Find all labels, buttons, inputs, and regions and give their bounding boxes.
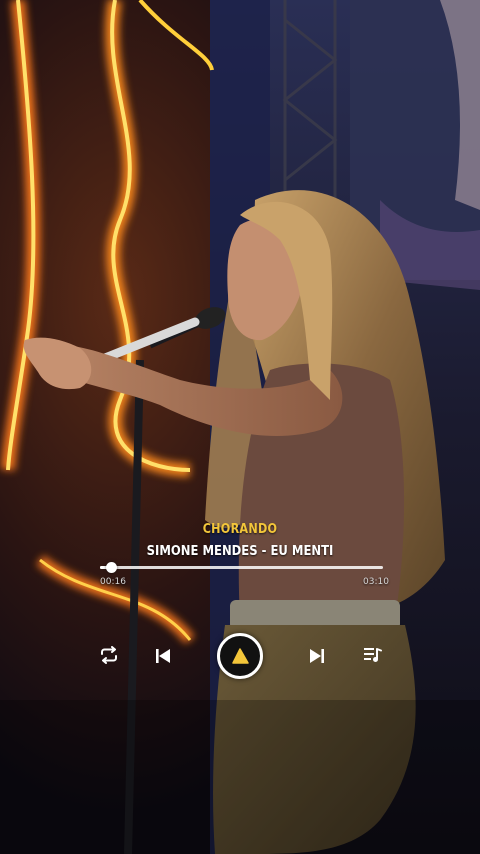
playlist-icon <box>364 648 382 662</box>
time-total: 03:10 <box>363 577 389 587</box>
previous-button[interactable] <box>151 644 175 668</box>
next-button[interactable] <box>305 644 329 668</box>
skip-previous-icon <box>156 649 170 663</box>
playlist-button[interactable] <box>360 643 386 667</box>
track-title: SIMONE MENDES - EU MENTI <box>146 543 334 559</box>
repeat-icon <box>101 646 117 664</box>
repeat-button[interactable] <box>96 643 122 667</box>
track-subtitle: CHORANDO <box>202 522 278 537</box>
progress-thumb[interactable] <box>106 562 118 573</box>
time-elapsed: 00:16 <box>100 577 126 587</box>
music-player-overlay: CHORANDO SIMONE MENDES - EU MENTI 00:16 … <box>0 0 480 854</box>
play-button[interactable] <box>217 633 263 679</box>
skip-next-icon <box>310 649 324 663</box>
progress-bar[interactable] <box>100 562 383 573</box>
play-icon <box>232 648 249 664</box>
